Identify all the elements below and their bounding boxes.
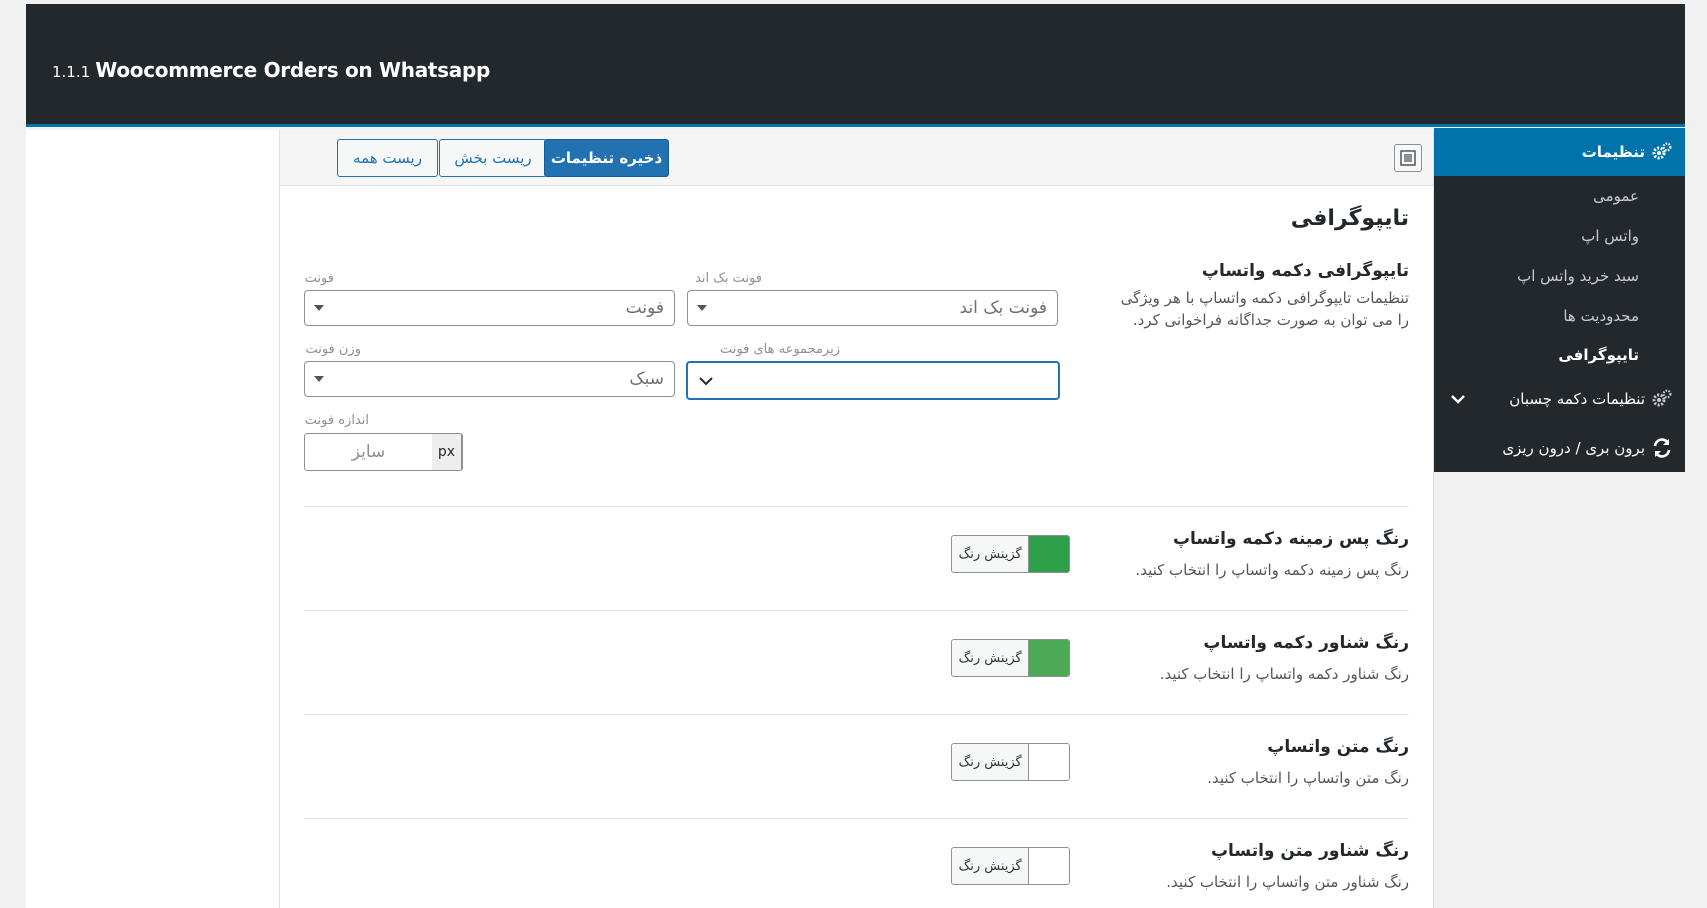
font-size-unit: px: [432, 434, 462, 470]
sidebar-item-settings[interactable]: تنظیمات: [1434, 128, 1685, 176]
plugin-name: Woocommerce Orders on Whatsapp: [95, 58, 490, 82]
text-hover-color-label: رنگ شناور متن واتساپ: [1210, 841, 1409, 861]
font-size-field[interactable]: سایز: [305, 434, 432, 470]
text-color-picker[interactable]: گزینش رنگ: [951, 743, 1070, 781]
color-swatch: [1029, 744, 1069, 780]
bg-color-description: رنگ پس زمینه دکمه واتساپ را انتخاب کنید.: [1135, 561, 1409, 579]
hover-color-label: رنگ شناور دکمه واتساپ: [1203, 633, 1409, 653]
save-settings-button[interactable]: ذخیره تنظیمات: [544, 139, 669, 177]
reset-all-button[interactable]: ریست همه: [337, 139, 438, 177]
select-color-button[interactable]: گزینش رنگ: [952, 536, 1030, 572]
empty-left-panel: [26, 130, 279, 908]
text-hover-color-picker[interactable]: گزینش رنگ: [951, 847, 1070, 885]
gears-icon: [1651, 388, 1673, 410]
sidebar-item-whatsapp-cart[interactable]: سبد خرید واتس اپ: [1434, 258, 1685, 294]
plugin-header: 1.1.1 Woocommerce Orders on Whatsapp: [26, 4, 1685, 127]
bg-color-picker[interactable]: گزینش رنگ: [951, 535, 1070, 573]
color-swatch: [1029, 536, 1069, 572]
sidebar-item-typography[interactable]: تایپوگرافی: [1434, 337, 1685, 373]
typography-label: تایپوگرافی دکمه واتساپ: [1201, 261, 1409, 281]
hover-color-picker[interactable]: گزینش رنگ: [951, 639, 1070, 677]
plugin-version: 1.1.1: [52, 63, 91, 81]
font-size-input[interactable]: سایز px: [304, 433, 463, 471]
sidebar-item-label: تنظیمات دکمه چسبان: [1509, 390, 1645, 408]
caret-down-icon: [697, 305, 707, 311]
bg-color-label: رنگ پس زمینه دکمه واتساپ: [1172, 529, 1409, 549]
font-subset-label: زیرمجموعه های فونت: [720, 342, 840, 357]
sidebar-item-general[interactable]: عمومی: [1434, 178, 1685, 214]
sidebar-item-import-export[interactable]: برون بری / درون ریزی: [1434, 424, 1685, 472]
sidebar-item-whatsapp[interactable]: واتس اپ: [1434, 218, 1685, 254]
select-value: سبک: [629, 369, 664, 389]
font-weight-label: وزن فونت: [305, 342, 361, 357]
select-color-button[interactable]: گزینش رنگ: [952, 744, 1030, 780]
options-toolbar: ریست همه ریست بخش ذخیره تنظیمات: [280, 130, 1433, 186]
backup-font-select[interactable]: فونت بک اند: [687, 290, 1058, 326]
color-swatch: [1029, 848, 1069, 884]
select-color-button[interactable]: گزینش رنگ: [952, 848, 1030, 884]
backup-font-label: فونت بک اند: [695, 271, 762, 286]
sidebar-item-restrictions[interactable]: محدودیت ها: [1434, 298, 1685, 334]
row-divider: [304, 610, 1409, 611]
font-subset-select[interactable]: [686, 361, 1060, 400]
reset-section-button[interactable]: ریست بخش: [439, 139, 547, 177]
section-title: تایپوگرافی: [1290, 206, 1409, 231]
caret-down-icon: [314, 305, 324, 311]
select-value: فونت: [625, 298, 664, 318]
select-value: فونت بک اند: [959, 298, 1047, 318]
text-color-description: رنگ متن واتساپ را انتخاب کنید.: [1207, 769, 1409, 787]
row-divider: [304, 506, 1409, 507]
select-color-button[interactable]: گزینش رنگ: [952, 640, 1030, 676]
text-hover-color-description: رنگ شناور متن واتساپ را انتخاب کنید.: [1166, 873, 1409, 891]
text-color-label: رنگ متن واتساپ: [1267, 737, 1409, 757]
gears-icon: [1651, 141, 1673, 163]
row-divider: [304, 818, 1409, 819]
font-weight-select[interactable]: سبک: [304, 361, 675, 397]
sidebar-item-label: برون بری / درون ریزی: [1502, 439, 1645, 457]
caret-down-icon: [314, 376, 324, 382]
chevron-down-icon[interactable]: [1450, 393, 1466, 405]
active-pointer: [1675, 474, 1685, 492]
sidebar-item-sticky-button[interactable]: تنظیمات دکمه چسبان: [1434, 375, 1685, 423]
settings-panel: ریست همه ریست بخش ذخیره تنظیمات تایپوگرا…: [279, 130, 1434, 908]
sidebar-item-label: تنظیمات: [1581, 143, 1645, 161]
font-select[interactable]: فونت: [304, 290, 675, 326]
row-divider: [304, 714, 1409, 715]
expand-toggle-icon[interactable]: [1394, 144, 1422, 172]
chevron-down-icon: [698, 372, 714, 392]
refresh-icon: [1651, 437, 1673, 459]
font-label: فونت: [304, 271, 334, 286]
hover-color-description: رنگ شناور دکمه واتساپ را انتخاب کنید.: [1159, 665, 1409, 683]
font-size-label: اندازه فونت: [304, 413, 369, 428]
color-swatch: [1029, 640, 1069, 676]
settings-sidebar: تنظیمات عمومی واتس اپ سبد خرید واتس اپ م…: [1434, 128, 1685, 492]
typography-description: تنظیمات تایپوگرافی دکمه واتساپ با هر ویژ…: [1120, 289, 1409, 329]
plugin-title: 1.1.1 Woocommerce Orders on Whatsapp: [52, 58, 490, 82]
